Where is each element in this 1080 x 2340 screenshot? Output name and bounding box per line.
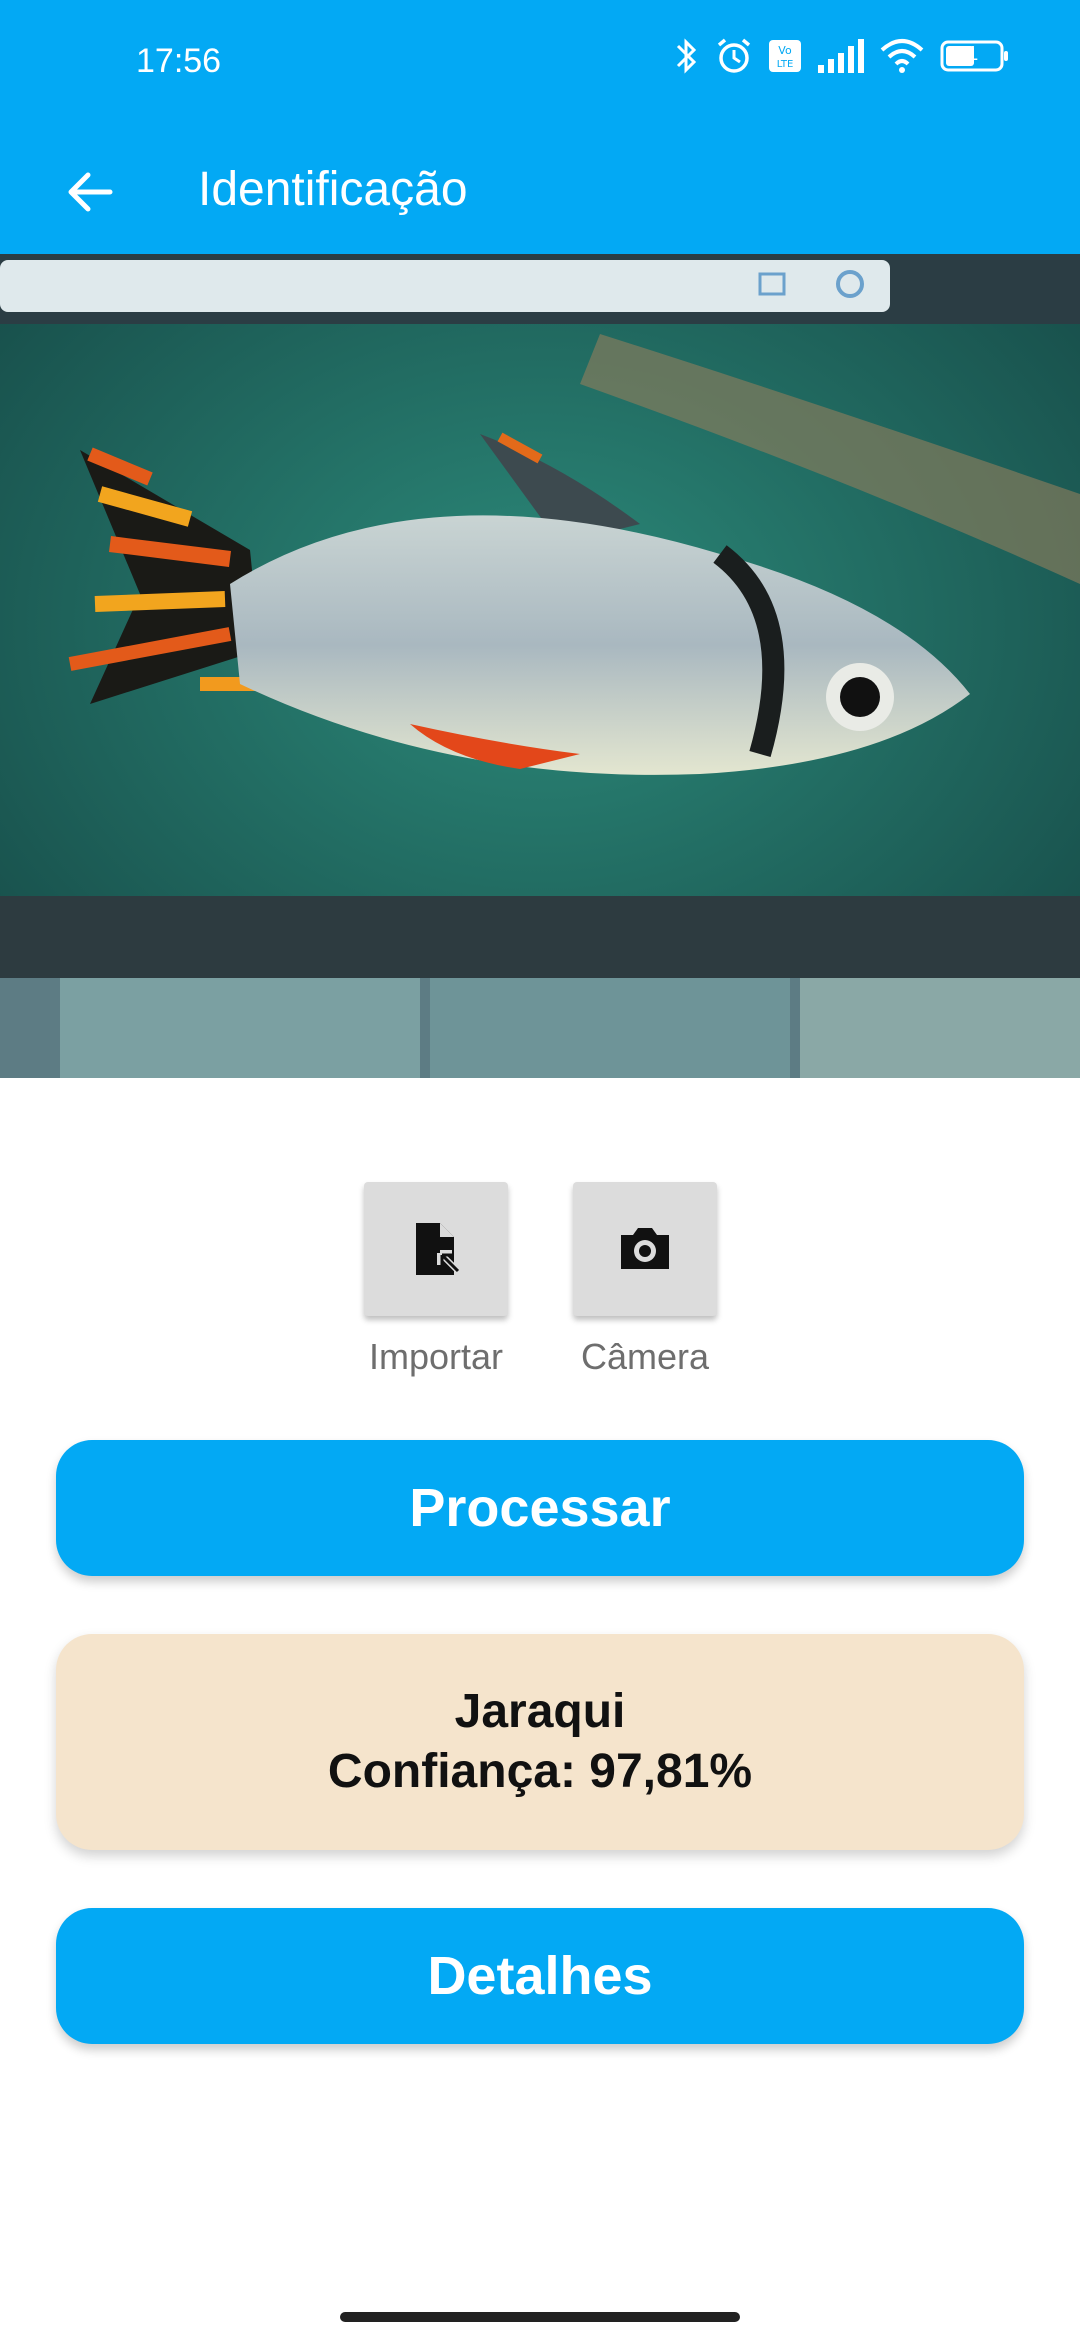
status-bar: 17:56 Vo LTE 51 (0, 0, 1080, 126)
import-button[interactable] (364, 1182, 508, 1316)
app-bar: Identificação (0, 126, 1080, 254)
fish-photo (0, 254, 1080, 1078)
result-card: Jaraqui Confiança: 97,81% (56, 1634, 1024, 1850)
home-indicator[interactable] (340, 2312, 740, 2322)
battery-icon: 51 (940, 39, 1010, 73)
alarm-icon (714, 36, 754, 76)
arrow-back-icon (68, 172, 113, 212)
page-title: Identificação (198, 163, 468, 216)
bluetooth-icon (674, 36, 700, 76)
process-button[interactable]: Processar (56, 1440, 1024, 1576)
status-icons: Vo LTE 51 (674, 36, 1010, 76)
svg-text:Vo: Vo (778, 44, 792, 57)
signal-icon (816, 39, 864, 73)
species-name: Jaraqui (454, 1685, 626, 1738)
status-time: 17:56 (136, 42, 222, 80)
wifi-icon (878, 38, 926, 74)
camera-icon (621, 1228, 669, 1269)
back-button[interactable] (50, 152, 130, 232)
confidence-value: Confiança: 97,81% (327, 1745, 753, 1798)
camera-button[interactable] (573, 1182, 717, 1316)
file-import-icon (416, 1223, 463, 1276)
camera-label: Câmera (580, 1336, 710, 1377)
import-label: Importar (368, 1336, 504, 1377)
volte-icon: Vo LTE (768, 39, 802, 73)
battery-level: 51 (956, 43, 979, 65)
details-button[interactable]: Detalhes (56, 1908, 1024, 2044)
svg-text:LTE: LTE (777, 59, 794, 70)
